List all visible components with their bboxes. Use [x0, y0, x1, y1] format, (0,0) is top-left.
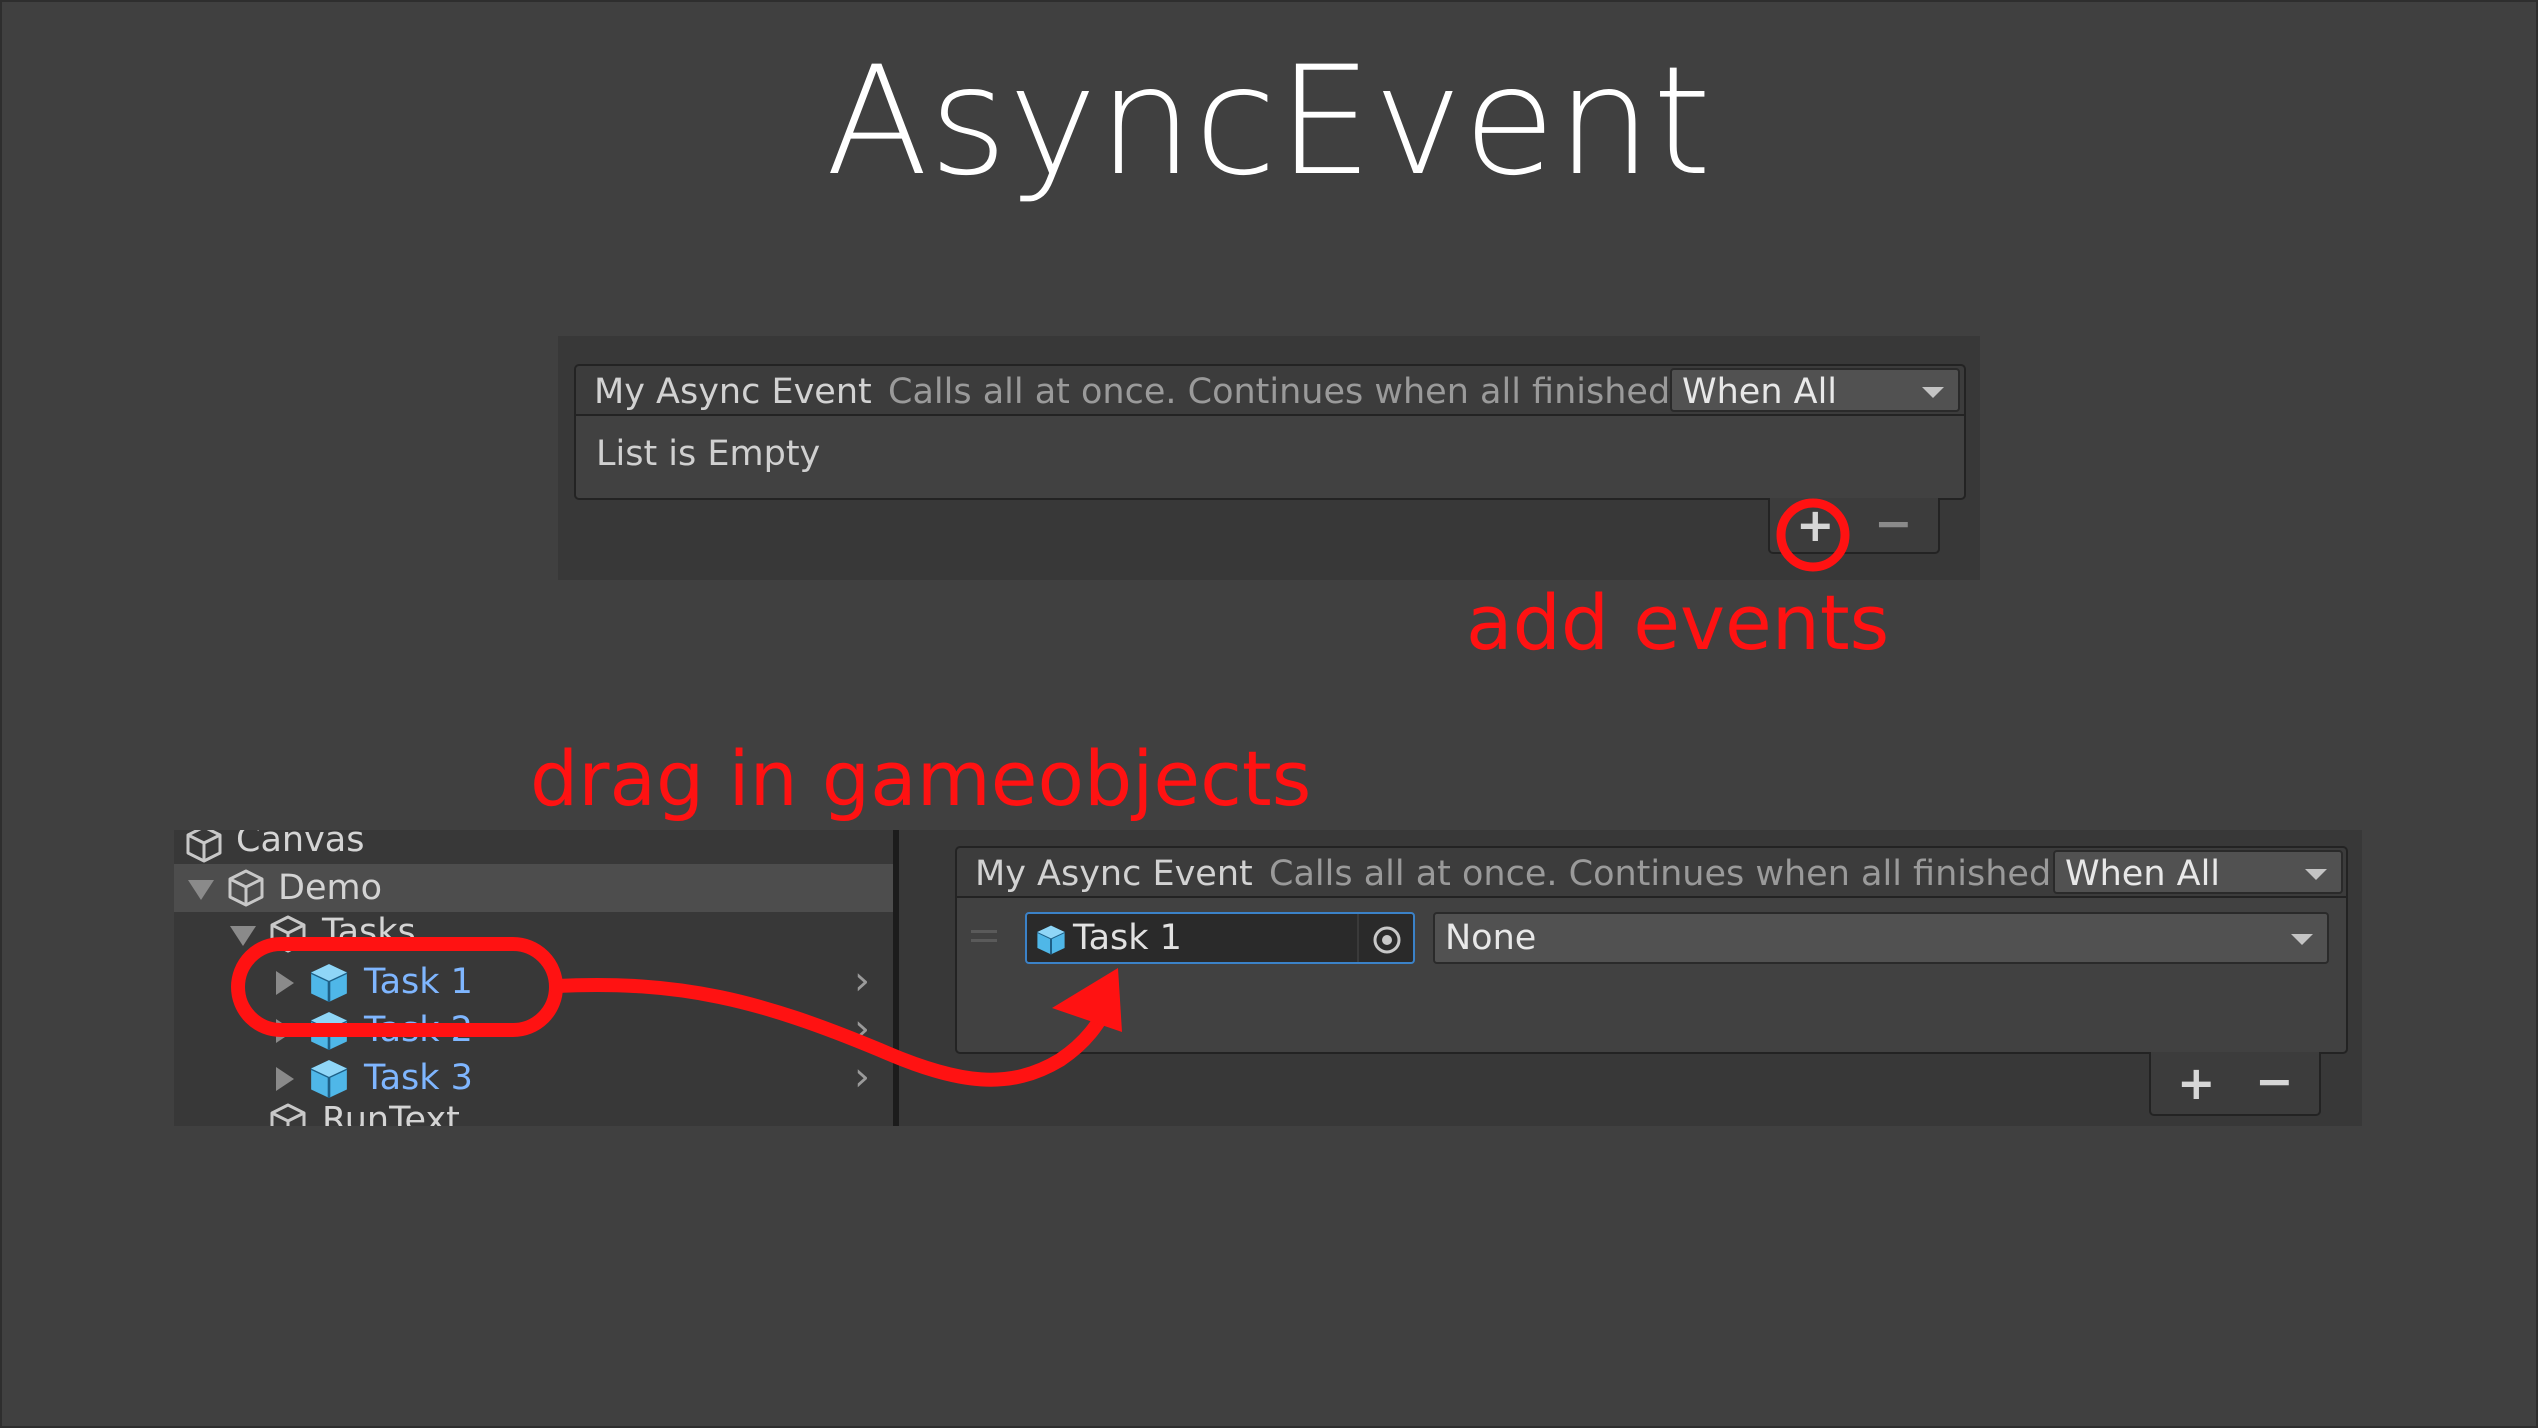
page-border: [0, 0, 2538, 1428]
mode-dropdown-value: When All: [2065, 854, 2221, 894]
remove-button[interactable]: −: [2255, 1058, 2294, 1104]
page-title: AsyncEvent: [825, 35, 1713, 209]
expand-arrow-icon: [230, 926, 256, 946]
hierarchy-item-label: Tasks: [322, 912, 416, 952]
gameobject-icon: [186, 830, 222, 863]
hierarchy-item-tasks[interactable]: Tasks: [174, 912, 894, 962]
async-event-header: My Async Event Calls all at once. Contin…: [574, 364, 1966, 416]
hierarchy-item-label: Canvas: [236, 830, 365, 860]
hierarchy-item-canvas[interactable]: Canvas: [174, 830, 894, 864]
prefab-cube-icon: [310, 1012, 348, 1050]
hierarchy-item-label: RunText: [322, 1100, 460, 1126]
event-description: Calls all at once. Continues when all fi…: [888, 372, 1682, 412]
object-field-value: Task 1: [1073, 918, 1182, 958]
add-events-annotation: add events: [1466, 578, 1890, 667]
list-footer: + −: [1768, 498, 1940, 554]
hierarchy-item-label: Task 3: [364, 1058, 473, 1098]
hierarchy-item-label: Task 1: [364, 962, 473, 1002]
prefab-cube-icon: [310, 964, 348, 1002]
collapsed-arrow-icon: [276, 1067, 294, 1091]
gameobject-icon: [228, 869, 264, 907]
list-footer: + −: [2149, 1052, 2321, 1116]
function-dropdown-value: None: [1445, 918, 1537, 958]
mode-dropdown[interactable]: When All: [1670, 368, 1960, 412]
add-button[interactable]: +: [1796, 502, 1835, 548]
bottom-inspector-panel: My Async Event Calls all at once. Contin…: [899, 830, 2362, 1126]
top-inspector-panel: My Async Event Calls all at once. Contin…: [558, 336, 1980, 580]
chevron-right-icon[interactable]: ›: [854, 1006, 870, 1052]
object-field[interactable]: Task 1: [1025, 912, 1415, 964]
hierarchy-item-runtext[interactable]: RunText: [174, 1100, 894, 1126]
hierarchy-item-label: Demo: [278, 868, 382, 908]
event-list-box: List is Empty: [574, 414, 1966, 500]
object-picker-icon[interactable]: [1371, 924, 1403, 956]
prefab-cube-icon: [1036, 925, 1066, 955]
chevron-down-icon: [1922, 387, 1944, 398]
collapsed-arrow-icon: [276, 1019, 294, 1043]
event-list-box: Task 1 None: [955, 896, 2348, 1054]
add-button[interactable]: +: [2177, 1060, 2216, 1106]
collapsed-arrow-icon: [276, 971, 294, 995]
expand-arrow-icon: [188, 880, 214, 900]
hierarchy-panel: Canvas Demo Tasks Task 1 › Task 2 › Task…: [174, 830, 894, 1126]
async-event-header: My Async Event Calls all at once. Contin…: [955, 846, 2348, 898]
gameobject-icon: [270, 915, 306, 953]
prefab-cube-icon: [310, 1060, 348, 1098]
event-name-label: My Async Event: [975, 854, 1253, 894]
hierarchy-item-label: Task 2: [364, 1010, 473, 1050]
annotation-overlay: [231, 498, 1850, 1087]
hierarchy-item-task-1[interactable]: Task 1 ›: [174, 958, 894, 1006]
gameobject-icon: [270, 1103, 306, 1126]
remove-button[interactable]: −: [1874, 500, 1913, 546]
chevron-right-icon[interactable]: ›: [854, 958, 870, 1004]
event-description: Calls all at once. Continues when all fi…: [1269, 854, 2063, 894]
list-empty-text: List is Empty: [596, 434, 821, 474]
function-dropdown[interactable]: None: [1433, 912, 2329, 964]
mode-dropdown-value: When All: [1682, 372, 1838, 412]
event-name-label: My Async Event: [594, 372, 872, 412]
chevron-down-icon: [2305, 869, 2327, 880]
drag-in-annotation: drag in gameobjects: [530, 734, 1312, 823]
hierarchy-item-task-2[interactable]: Task 2 ›: [174, 1006, 894, 1054]
mode-dropdown[interactable]: When All: [2053, 850, 2343, 894]
chevron-down-icon: [2291, 934, 2313, 945]
drag-handle-icon[interactable]: [971, 930, 997, 942]
hierarchy-item-task-3[interactable]: Task 3 ›: [174, 1054, 894, 1102]
object-picker-divider: [1357, 914, 1359, 962]
chevron-right-icon[interactable]: ›: [854, 1054, 870, 1100]
hierarchy-item-demo[interactable]: Demo: [174, 864, 894, 912]
